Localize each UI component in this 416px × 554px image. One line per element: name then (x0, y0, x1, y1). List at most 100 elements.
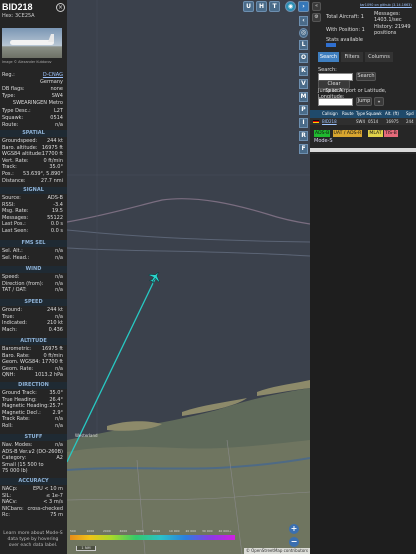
search-button[interactable]: Search (356, 72, 376, 81)
collapse-left-icon[interactable]: « (312, 2, 321, 11)
jump-input[interactable] (318, 98, 353, 106)
tab-search[interactable]: Search (318, 52, 339, 62)
route-value: n/a (55, 122, 63, 128)
info-row-type: Type: SW4 (0, 93, 66, 100)
section-header-fms[interactable]: FMS SEL (0, 240, 67, 247)
sidebar-top: « ⚙ tar1090 on github (3.14.1663) Total … (310, 0, 416, 154)
aircraft-photo-tail (48, 34, 54, 42)
fms-row-label[interactable]: Sel. Head.: (2, 255, 29, 262)
aircraft-photo[interactable] (2, 28, 62, 58)
map-toggle-m-button[interactable]: M (299, 92, 308, 102)
fms-row-value: n/a (55, 254, 63, 261)
source-pill-ads-b: ADS-B (314, 130, 331, 137)
speed-row-label[interactable]: Mach: (2, 327, 17, 334)
speed-row-value: 0.436 (48, 326, 63, 333)
col-callsign[interactable]: Callsign (322, 110, 338, 118)
map-toggle-f-button[interactable]: F (299, 144, 308, 154)
section-header-stuff[interactable]: STUFF (0, 434, 67, 441)
toggle-t-button[interactable]: T (269, 1, 280, 12)
center-map-icon[interactable]: ◎ (299, 28, 308, 38)
info-row-dbflags: DB flags: none (0, 86, 66, 93)
map-toggle-p-button[interactable]: P (299, 105, 308, 115)
dbflags-label: DB flags: (2, 86, 25, 92)
col-squawk[interactable]: Squawk (366, 110, 382, 118)
toggle-h-button[interactable]: H (256, 1, 267, 12)
tab-filters[interactable]: Filters (341, 52, 363, 62)
col-alt[interactable]: Alt. (ft) (385, 110, 399, 118)
squawk-label: Squawk: (2, 115, 24, 121)
spatial-row-label[interactable]: Distance: (2, 178, 26, 185)
direction-row-value: n/a (55, 423, 63, 429)
row-squawk: 0514 (368, 119, 379, 124)
collapse-sidebar-button[interactable]: › (298, 1, 309, 12)
zoom-out-button[interactable]: − (289, 537, 299, 547)
dbflags-value: none (50, 86, 63, 92)
sidebar-panel: « ⚙ tar1090 on github (3.14.1663) Total … (310, 0, 416, 554)
altitude-row: QNH: 1013.2 hPa (0, 372, 66, 379)
col-type[interactable]: Type (356, 110, 365, 118)
aircraft-table-header: Callsign Route Type Squawk Alt. (ft) Spd (310, 110, 416, 118)
altitude-legend-label: 2000 (103, 529, 111, 533)
typedesc-label: Type Desc.: (2, 108, 31, 114)
version-link[interactable]: tar1090 on github (3.14.1663) (360, 3, 412, 7)
section-header-signal[interactable]: SIGNAL (0, 187, 67, 194)
altitude-legend-labels: 500 1000 2000 4000 6000 8000 10 000 20 000 30 00… (70, 529, 235, 534)
source-pill-uat-ads-r: UAT / ADS-R (332, 130, 363, 137)
info-row-route: Route: n/a (0, 122, 66, 129)
settings-gear-icon[interactable]: ⚙ (312, 13, 321, 22)
table-scrollbar[interactable] (310, 148, 416, 152)
row-alt: 16975 (386, 119, 399, 124)
spatial-row: Distance: 27.7 nmi (0, 178, 66, 185)
col-route[interactable]: Route (342, 110, 354, 118)
section-header-wind[interactable]: WIND (0, 266, 67, 273)
direction-row-label[interactable]: Roll: (2, 423, 13, 430)
altitude-legend-label: 1000 (86, 529, 95, 533)
with-position: With Position: 1 (326, 27, 365, 33)
jump-button[interactable]: Jump (356, 97, 372, 106)
toggle-u-button[interactable]: U (243, 1, 254, 12)
reg-value-link[interactable]: D-CNAG (43, 72, 63, 79)
section-header-accuracy[interactable]: ACCURACY (0, 478, 67, 485)
altitude-legend-label: 4000 (119, 529, 128, 533)
section-header-spatial[interactable]: SPATIAL (0, 130, 67, 137)
accuracy-row-value: 75 m (50, 512, 63, 519)
expand-sidebar-icon[interactable]: ‹ (299, 16, 308, 26)
altitude-legend-label: 30 000 (202, 529, 213, 533)
osm-attribution[interactable]: © OpenStreetMap contributors (243, 548, 310, 554)
tab-columns[interactable]: Columns (365, 52, 393, 62)
map-toggle-v-button[interactable]: V (299, 79, 308, 89)
country-value: Germany (40, 79, 63, 85)
zoom-in-button[interactable]: + (289, 524, 299, 534)
map-toggle-i-button[interactable]: I (299, 118, 308, 128)
map-toggle-o-button[interactable]: O (299, 53, 308, 63)
speed-row: Mach: 0.436 (0, 327, 66, 334)
map-canvas[interactable]: Westerland U H T ◉ › ‹ ◎ LOKVMPIRF + − 5… (67, 0, 310, 554)
altitude-row-label[interactable]: QNH: (2, 372, 15, 379)
reg-label: Reg.: (2, 72, 15, 78)
map-toggle-k-button[interactable]: K (299, 66, 308, 76)
col-spd[interactable]: Spd (406, 110, 414, 118)
table-row[interactable]: BID218 SW4 0514 16975 244 (310, 118, 416, 125)
stats-link-icon[interactable] (326, 43, 336, 47)
map-toggle-l-button[interactable]: L (299, 40, 308, 50)
map-layer: Westerland (67, 0, 310, 554)
type-name: SWEARINGEN Metro (12, 100, 63, 106)
info-row-typename: SWEARINGEN Metro (0, 100, 66, 107)
wind-row-label[interactable]: TAT / OAT: (2, 287, 27, 294)
altitude-color-legend (70, 535, 235, 540)
stuff-row-label[interactable]: 75 000 lb) (2, 468, 28, 475)
typedesc-value: L2T (53, 108, 63, 114)
accuracy-row-label[interactable]: Rc: (2, 512, 10, 519)
map-toggle-r-button[interactable]: R (299, 131, 308, 141)
section-header-altitude[interactable]: ALTITUDE (0, 338, 67, 345)
layers-icon[interactable]: ◉ (285, 1, 296, 12)
close-infoblock-button[interactable]: × (56, 3, 65, 12)
my-location-icon[interactable]: ⌖ (374, 97, 384, 106)
info-row-country: Germany (0, 79, 66, 86)
section-header-direction[interactable]: DIRECTION (0, 382, 67, 389)
row-spd: 244 (406, 119, 414, 124)
row-callsign[interactable]: BID218 (322, 118, 337, 125)
section-header-speed[interactable]: SPEED (0, 299, 67, 306)
signal-row-label[interactable]: Last Seen: (2, 228, 28, 235)
altitude-row-value: 1013.2 hPa (34, 372, 63, 379)
